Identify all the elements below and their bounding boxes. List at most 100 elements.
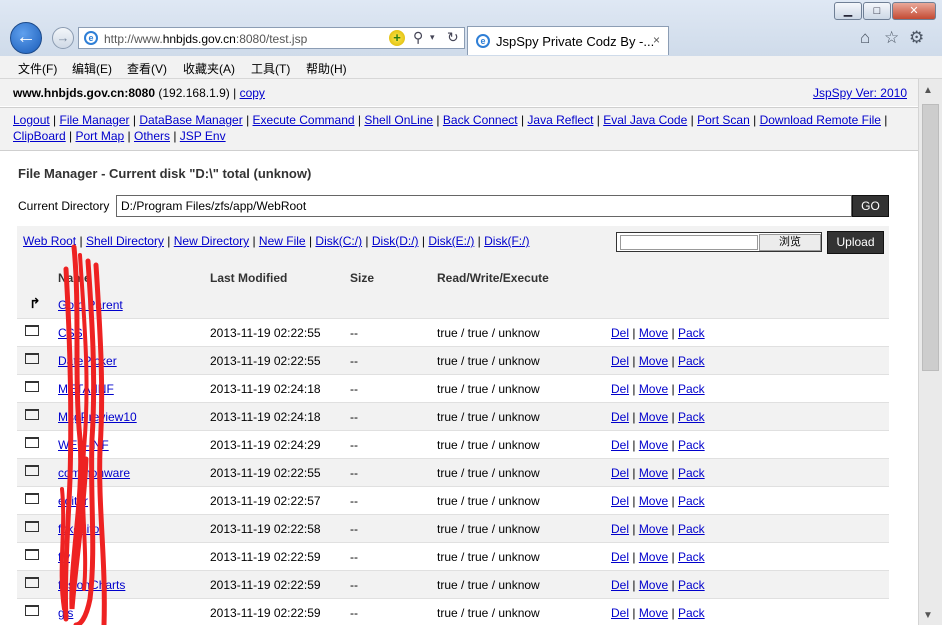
nav-download-remote-file[interactable]: Download Remote File (760, 113, 881, 127)
scroll-up-icon[interactable]: ▲ (923, 85, 933, 96)
pack-link[interactable]: Pack (678, 494, 705, 508)
pack-link[interactable]: Pack (678, 522, 705, 536)
move-link[interactable]: Move (639, 550, 668, 564)
pack-link[interactable]: Pack (678, 410, 705, 424)
nav-file-manager[interactable]: File Manager (60, 113, 130, 127)
file-path-field[interactable] (620, 235, 758, 250)
folder-name-link[interactable]: gis (58, 606, 73, 620)
menu-favorites[interactable]: 收藏夹(A) (183, 60, 235, 77)
move-link[interactable]: Move (639, 522, 668, 536)
close-window-icon[interactable]: ✕ (892, 2, 936, 20)
nav-execute-command[interactable]: Execute Command (253, 113, 355, 127)
del-link[interactable]: Del (611, 522, 629, 536)
pack-link[interactable]: Pack (678, 466, 705, 480)
menu-view[interactable]: 查看(V) (127, 60, 167, 77)
del-link[interactable]: Del (611, 578, 629, 592)
compatibility-view-icon[interactable]: + (389, 30, 405, 46)
link-shell-directory[interactable]: Shell Directory (86, 234, 164, 248)
menu-file[interactable]: 文件(F) (18, 60, 57, 77)
del-link[interactable]: Del (611, 382, 629, 396)
upload-file-input[interactable]: 浏览 (616, 232, 822, 252)
pack-link[interactable]: Pack (678, 354, 705, 368)
menu-tools[interactable]: 工具(T) (251, 60, 290, 77)
scrollbar-thumb[interactable] (922, 104, 939, 371)
nav-back-connect[interactable]: Back Connect (443, 113, 518, 127)
menu-help[interactable]: 帮助(H) (306, 60, 347, 77)
home-icon[interactable]: ⌂ (860, 28, 870, 48)
nav-database-manager[interactable]: DataBase Manager (139, 113, 242, 127)
go-button[interactable]: GO (852, 195, 889, 217)
folder-name-link[interactable]: commonware (58, 466, 130, 480)
pack-link[interactable]: Pack (678, 606, 705, 620)
del-link[interactable]: Del (611, 494, 629, 508)
forward-arrow-icon[interactable]: → (52, 27, 74, 49)
move-link[interactable]: Move (639, 494, 668, 508)
link-disk-e[interactable]: Disk(E:/) (428, 234, 474, 248)
tools-gear-icon[interactable]: ⚙ (909, 28, 924, 48)
pack-link[interactable]: Pack (678, 382, 705, 396)
nav-java-reflect[interactable]: Java Reflect (527, 113, 593, 127)
link-web-root[interactable]: Web Root (23, 234, 76, 248)
goto-parent-link[interactable]: Goto Parent (58, 298, 123, 312)
folder-name-link[interactable]: editor (58, 494, 88, 508)
header-name[interactable]: Name (58, 271, 91, 285)
nav-shell-online[interactable]: Shell OnLine (364, 113, 433, 127)
folder-name-link[interactable]: MsgPreview10 (58, 410, 137, 424)
pack-link[interactable]: Pack (678, 550, 705, 564)
nav-eval-java-code[interactable]: Eval Java Code (603, 113, 687, 127)
chevron-down-icon[interactable]: ▾ (430, 32, 435, 43)
move-link[interactable]: Move (639, 606, 668, 620)
vertical-scrollbar[interactable]: ▲ ▼ (918, 79, 942, 625)
del-link[interactable]: Del (611, 438, 629, 452)
move-link[interactable]: Move (639, 382, 668, 396)
copy-link[interactable]: copy (240, 86, 265, 100)
pack-link[interactable]: Pack (678, 438, 705, 452)
nav-port-scan[interactable]: Port Scan (697, 113, 750, 127)
link-disk-f[interactable]: Disk(F:/) (484, 234, 529, 248)
del-link[interactable]: Del (611, 354, 629, 368)
folder-name-link[interactable]: CSS (58, 326, 83, 340)
del-link[interactable]: Del (611, 550, 629, 564)
nav-clipboard[interactable]: ClipBoard (13, 129, 66, 143)
nav-others[interactable]: Others (134, 129, 170, 143)
pack-link[interactable]: Pack (678, 578, 705, 592)
folder-name-link[interactable]: DatePicker (58, 354, 117, 368)
link-new-directory[interactable]: New Directory (174, 234, 249, 248)
del-link[interactable]: Del (611, 326, 629, 340)
favorites-star-icon[interactable]: ☆ (884, 28, 899, 48)
move-link[interactable]: Move (639, 326, 668, 340)
current-directory-input[interactable] (116, 195, 852, 217)
folder-name-link[interactable]: WEB-INF (58, 438, 109, 452)
folder-name-link[interactable]: fusionCharts (58, 578, 125, 592)
maximize-icon[interactable]: □ (863, 2, 891, 20)
link-disk-c[interactable]: Disk(C:/) (315, 234, 362, 248)
nav-jsp-env[interactable]: JSP Env (180, 129, 226, 143)
del-link[interactable]: Del (611, 466, 629, 480)
folder-name-link[interactable]: fckeditor (58, 522, 103, 536)
address-bar[interactable]: e http://www.hnbjds.gov.cn:8080/test.jsp… (78, 27, 465, 49)
move-link[interactable]: Move (639, 410, 668, 424)
minimize-icon[interactable]: ▁ (834, 2, 862, 20)
browser-tab[interactable]: e JspSpy Private Codz By -... × (467, 26, 669, 55)
nav-port-map[interactable]: Port Map (76, 129, 125, 143)
del-link[interactable]: Del (611, 410, 629, 424)
tab-close-icon[interactable]: × (653, 33, 660, 47)
upload-button[interactable]: Upload (827, 231, 884, 254)
scroll-down-icon[interactable]: ▼ (923, 610, 933, 621)
pack-link[interactable]: Pack (678, 326, 705, 340)
version-link[interactable]: JspSpy Ver: 2010 (813, 86, 907, 100)
refresh-icon[interactable]: ↻ (447, 29, 459, 46)
move-link[interactable]: Move (639, 578, 668, 592)
folder-name-link[interactable]: META-INF (58, 382, 114, 396)
nav-logout[interactable]: Logout (13, 113, 50, 127)
back-arrow-icon[interactable]: ← (10, 22, 42, 54)
link-disk-d[interactable]: Disk(D:/) (372, 234, 419, 248)
link-new-file[interactable]: New File (259, 234, 306, 248)
del-link[interactable]: Del (611, 606, 629, 620)
move-link[interactable]: Move (639, 354, 668, 368)
move-link[interactable]: Move (639, 438, 668, 452)
search-icon[interactable]: ⚲ (413, 29, 423, 46)
address-url[interactable]: http://www.hnbjds.gov.cn:8080/test.jsp (104, 32, 307, 46)
menu-edit[interactable]: 编辑(E) (72, 60, 112, 77)
browse-button[interactable]: 浏览 (759, 234, 821, 251)
